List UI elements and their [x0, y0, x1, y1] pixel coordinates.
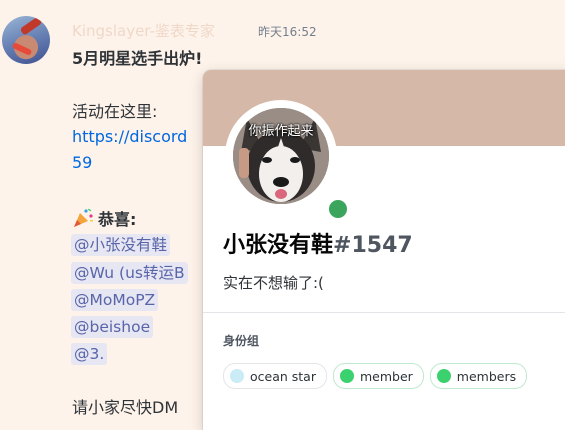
discriminator: #1547 [333, 233, 413, 258]
roles-heading: 身份组 [223, 334, 260, 348]
role-color-icon [339, 369, 354, 383]
divider [203, 312, 565, 313]
role-name: ocean star [250, 368, 316, 384]
profile-username[interactable]: 小张没有鞋#1547 [223, 227, 413, 259]
avatar-caption: 你振作起来 [248, 124, 314, 139]
activity-label: 活动在这里: [72, 102, 158, 121]
roles-list: ocean star member members [223, 363, 528, 389]
online-status-icon [325, 196, 351, 222]
congrats-line: 恭喜: [72, 206, 136, 230]
user-mention[interactable]: @Wu (us转运B [71, 262, 188, 284]
avatar-art [11, 42, 33, 56]
role-name: member [359, 368, 413, 384]
role-color-icon [230, 369, 244, 383]
message-avatar[interactable] [2, 16, 50, 64]
congrats-label: 恭喜: [98, 210, 137, 229]
user-mention[interactable]: @小张没有鞋 [71, 234, 171, 256]
user-mention[interactable]: @MoMoPZ [71, 289, 159, 311]
user-mention[interactable]: @beishoe [71, 316, 154, 338]
custom-status: 实在不想输了:( [223, 274, 324, 292]
display-name: 小张没有鞋 [223, 233, 334, 258]
avatar-art [19, 16, 43, 36]
message-trailing-text: 请小家尽快DM [72, 398, 179, 417]
activity-link[interactable]: https://discord [72, 127, 187, 146]
role-name: members [456, 368, 517, 384]
message-author[interactable]: Kingslayer-鉴表专家 [72, 20, 215, 41]
activity-link-tail[interactable]: 59 [72, 153, 92, 172]
role-pill[interactable]: member [332, 363, 424, 389]
role-color-icon [436, 369, 451, 383]
user-profile-popout: 你振作起来 小张没有鞋#1547 实在不想输了:( 身份组 ocean star… [203, 70, 565, 430]
role-pill[interactable]: ocean star [223, 363, 327, 389]
profile-avatar[interactable]: 你振作起来 [233, 108, 329, 204]
party-popper-icon [74, 208, 93, 227]
role-pill[interactable]: members [429, 363, 528, 389]
profile-avatar-frame: 你振作起来 [225, 100, 351, 222]
message-timestamp: 昨天16:52 [258, 25, 317, 39]
message-title: 5月明星选手出炉! [72, 49, 203, 68]
user-mention[interactable]: @3. [71, 343, 108, 365]
